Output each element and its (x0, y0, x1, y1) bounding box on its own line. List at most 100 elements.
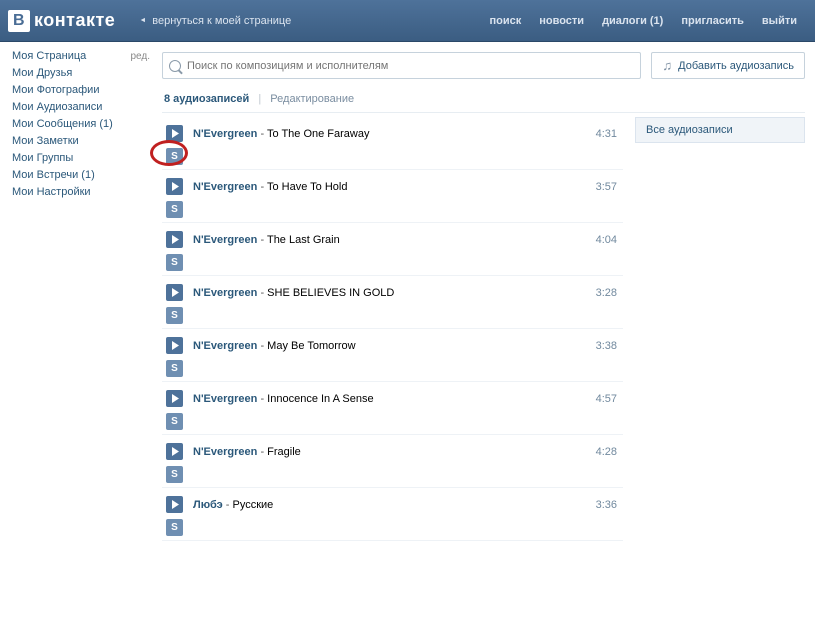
play-icon (171, 341, 179, 350)
track-artist[interactable]: N'Evergreen (193, 128, 257, 140)
track-duration: 4:31 (596, 128, 623, 140)
nav-invite[interactable]: пригласить (673, 11, 752, 31)
track-title[interactable]: N'Evergreen - To The One Faraway (193, 128, 596, 140)
play-icon (171, 235, 179, 244)
play-button[interactable] (166, 231, 183, 248)
track-duration: 3:38 (596, 340, 623, 352)
sidebar-item-friends[interactable]: Мои Друзья (12, 67, 72, 79)
play-button[interactable] (166, 337, 183, 354)
top-nav: поиск новости диалоги (1) пригласить вый… (481, 11, 805, 31)
track-name: Fragile (267, 446, 301, 458)
track-title[interactable]: Любэ - Русские (193, 499, 596, 511)
play-button[interactable] (166, 443, 183, 460)
sidebar-item-messages[interactable]: Мои Сообщения (1) (12, 118, 113, 130)
track-name: To Have To Hold (267, 181, 348, 193)
track-item: N'Evergreen - May Be Tomorrow 3:38 S (162, 329, 623, 382)
track-item: N'Evergreen - To The One Faraway 4:31 S (162, 117, 623, 170)
sidebar-item-settings[interactable]: Мои Настройки (12, 186, 91, 198)
logo-letter-icon: В (8, 10, 30, 32)
sidebar-item-photos[interactable]: Мои Фотографии (12, 84, 99, 96)
track-artist[interactable]: N'Evergreen (193, 287, 257, 299)
track-name: May Be Tomorrow (267, 340, 355, 352)
track-artist[interactable]: N'Evergreen (193, 446, 257, 458)
nav-search[interactable]: поиск (481, 11, 529, 31)
track-artist[interactable]: N'Evergreen (193, 234, 257, 246)
play-icon (171, 447, 179, 456)
track-item: N'Evergreen - Innocence In A Sense 4:57 … (162, 382, 623, 435)
vk-logo[interactable]: В контакте (8, 10, 115, 32)
search-input[interactable] (187, 60, 634, 72)
play-icon (171, 288, 179, 297)
search-icon (169, 60, 181, 72)
track-item: N'Evergreen - Fragile 4:28 S (162, 435, 623, 488)
add-audio-button[interactable]: ♫ Добавить аудиозапись (651, 52, 805, 79)
track-artist[interactable]: N'Evergreen (193, 393, 257, 405)
track-artist[interactable]: N'Evergreen (193, 181, 257, 193)
sidebar-item-audio[interactable]: Мои Аудиозаписи (12, 101, 102, 113)
sidebar-item-events[interactable]: Мои Встречи (1) (12, 169, 95, 181)
play-button[interactable] (166, 178, 183, 195)
track-item: N'Evergreen - SHE BELIEVES IN GOLD 3:28 … (162, 276, 623, 329)
toolbar: ♫ Добавить аудиозапись (162, 52, 805, 79)
track-title[interactable]: N'Evergreen - May Be Tomorrow (193, 340, 596, 352)
track-title[interactable]: N'Evergreen - SHE BELIEVES IN GOLD (193, 287, 596, 299)
play-icon (171, 129, 179, 138)
track-duration: 3:28 (596, 287, 623, 299)
s-button[interactable]: S (166, 254, 183, 271)
s-button[interactable]: S (166, 307, 183, 324)
tabs-separator: | (258, 93, 261, 105)
track-title[interactable]: N'Evergreen - Fragile (193, 446, 596, 458)
sidebar-item-groups[interactable]: Мои Группы (12, 152, 73, 164)
tab-edit[interactable]: Редактирование (270, 93, 354, 105)
s-button[interactable]: S (166, 466, 183, 483)
track-title[interactable]: N'Evergreen - The Last Grain (193, 234, 596, 246)
nav-news[interactable]: новости (531, 11, 592, 31)
main-content: ♫ Добавить аудиозапись 8 аудиозаписей | … (160, 42, 815, 551)
play-icon (171, 500, 179, 509)
track-item: Любэ - Русские 3:36 S (162, 488, 623, 541)
track-name: The Last Grain (267, 234, 340, 246)
track-item: N'Evergreen - To Have To Hold 3:57 S (162, 170, 623, 223)
logo-text: контакте (34, 10, 115, 31)
track-name: To The One Faraway (267, 128, 370, 140)
tabs-bar: 8 аудиозаписей | Редактирование (162, 93, 805, 113)
track-artist[interactable]: N'Evergreen (193, 340, 257, 352)
sidebar-item-mypage[interactable]: Моя Страница (12, 50, 86, 62)
search-box[interactable] (162, 52, 641, 79)
play-button[interactable] (166, 390, 183, 407)
left-sidebar: Моя Страница ред. Мои Друзья Мои Фотограф… (0, 42, 160, 551)
all-audio-box[interactable]: Все аудиозаписи (635, 117, 805, 143)
sidebar-edit-link[interactable]: ред. (130, 51, 150, 62)
track-duration: 4:28 (596, 446, 623, 458)
track-title[interactable]: N'Evergreen - To Have To Hold (193, 181, 596, 193)
music-note-icon: ♫ (662, 58, 672, 73)
track-duration: 4:57 (596, 393, 623, 405)
right-column: Все аудиозаписи (635, 117, 805, 541)
nav-dialogs[interactable]: диалоги (1) (594, 11, 671, 31)
play-button[interactable] (166, 284, 183, 301)
s-button[interactable]: S (166, 519, 183, 536)
track-name: Innocence In A Sense (267, 393, 373, 405)
sidebar-item-notes[interactable]: Мои Заметки (12, 135, 79, 147)
track-artist[interactable]: Любэ (193, 499, 223, 511)
top-bar: В контакте вернуться к моей странице пои… (0, 0, 815, 42)
play-icon (171, 182, 179, 191)
back-to-page-link[interactable]: вернуться к моей странице (139, 15, 291, 27)
play-button[interactable] (166, 125, 183, 142)
track-duration: 4:04 (596, 234, 623, 246)
s-button[interactable]: S (166, 201, 183, 218)
track-name: Русские (233, 499, 274, 511)
track-title[interactable]: N'Evergreen - Innocence In A Sense (193, 393, 596, 405)
add-audio-label: Добавить аудиозапись (678, 60, 794, 72)
track-list: N'Evergreen - To The One Faraway 4:31 S … (162, 117, 623, 541)
s-button[interactable]: S (166, 413, 183, 430)
track-duration: 3:57 (596, 181, 623, 193)
track-name: SHE BELIEVES IN GOLD (267, 287, 394, 299)
s-button[interactable]: S (166, 148, 183, 165)
s-button[interactable]: S (166, 360, 183, 377)
audio-count[interactable]: 8 аудиозаписей (164, 93, 249, 105)
nav-logout[interactable]: выйти (754, 11, 805, 31)
track-item: N'Evergreen - The Last Grain 4:04 S (162, 223, 623, 276)
play-button[interactable] (166, 496, 183, 513)
track-duration: 3:36 (596, 499, 623, 511)
